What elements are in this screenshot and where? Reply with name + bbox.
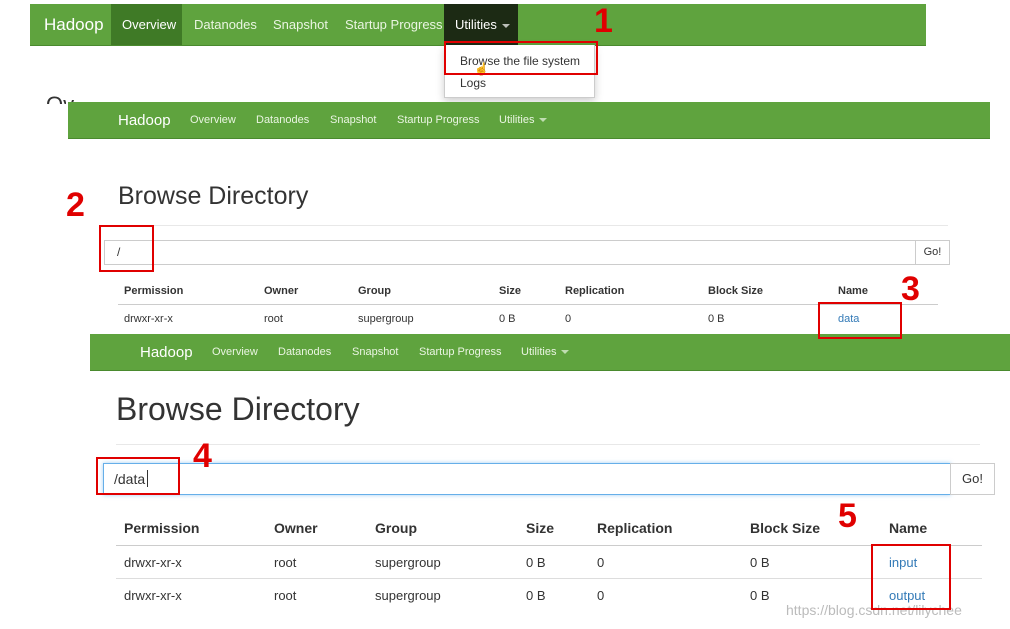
- title-divider: [116, 444, 980, 445]
- cell-replication: 0: [565, 313, 572, 325]
- nav-item-startup-progress[interactable]: Startup Progress: [397, 114, 480, 126]
- column-header-size: Size: [526, 520, 555, 536]
- cell-replication: 0: [597, 588, 605, 603]
- go-button-label: Go!: [923, 246, 942, 258]
- table-header-rule: [116, 545, 982, 546]
- page-title: Browse Directory: [116, 391, 360, 427]
- page-title: Browse Directory: [118, 182, 309, 210]
- nav-item-snapshot[interactable]: Snapshot: [330, 114, 376, 126]
- column-header-group: Group: [358, 285, 391, 297]
- column-header-permission: Permission: [124, 520, 200, 536]
- nav-item-snapshot[interactable]: Snapshot: [352, 346, 398, 358]
- cell-block-size: 0 B: [750, 588, 770, 603]
- column-header-name: Name: [838, 285, 868, 297]
- path-input[interactable]: [103, 463, 951, 495]
- cell-owner: root: [274, 555, 297, 570]
- cell-replication: 0: [597, 555, 605, 570]
- nav-item-overview[interactable]: Overview: [190, 114, 236, 126]
- table-header-rule: [118, 304, 938, 305]
- cell-permission: drwxr-xr-x: [124, 588, 182, 603]
- column-header-replication: Replication: [565, 285, 625, 297]
- cell-owner: root: [264, 313, 283, 325]
- go-button-label: Go!: [962, 471, 983, 486]
- caret-down-icon: [501, 23, 510, 28]
- column-header-group: Group: [375, 520, 417, 536]
- annotation-box-browse: [444, 41, 598, 75]
- nav-item-overview[interactable]: Overview: [212, 346, 258, 358]
- cell-group: supergroup: [358, 313, 414, 325]
- brand-logo[interactable]: Hadoop: [140, 344, 193, 361]
- column-header-permission: Permission: [124, 285, 184, 297]
- nav-item-utilities[interactable]: Utilities: [521, 346, 570, 358]
- cell-owner: root: [274, 588, 297, 603]
- navbar: Hadoop Overview Datanodes Snapshot Start…: [30, 4, 926, 46]
- title-divider: [118, 225, 948, 226]
- nav-item-utilities-label: Utilities: [521, 346, 557, 358]
- column-header-name: Name: [889, 520, 928, 536]
- nav-item-startup-progress[interactable]: Startup Progress: [419, 346, 502, 358]
- column-header-replication: Replication: [597, 520, 673, 536]
- column-header-block-size: Block Size: [750, 520, 821, 536]
- go-button[interactable]: Go!: [950, 463, 995, 495]
- nav-item-utilities[interactable]: Utilities: [499, 114, 548, 126]
- annotation-box-root-path: [99, 225, 154, 272]
- cell-size: 0 B: [526, 555, 546, 570]
- column-header-size: Size: [499, 285, 522, 297]
- go-button[interactable]: Go!: [915, 240, 950, 265]
- column-header-owner: Owner: [274, 520, 318, 536]
- caret-down-icon: [561, 350, 570, 355]
- nav-item-snapshot[interactable]: Snapshot: [273, 17, 328, 32]
- navbar: Hadoop Overview Datanodes Snapshot Start…: [90, 334, 1010, 371]
- nav-item-utilities-label: Utilities: [499, 114, 535, 126]
- caret-down-icon: [539, 118, 548, 123]
- dropdown-item-logs[interactable]: Logs: [460, 76, 486, 90]
- step-number-4: 4: [193, 437, 212, 475]
- nav-item-datanodes[interactable]: Datanodes: [194, 17, 257, 32]
- cell-size: 0 B: [526, 588, 546, 603]
- nav-item-datanodes[interactable]: Datanodes: [278, 346, 331, 358]
- cell-permission: drwxr-xr-x: [124, 555, 182, 570]
- step-number-1: 1: [594, 2, 613, 40]
- nav-item-utilities-label: Utilities: [455, 17, 497, 32]
- nav-item-startup-progress[interactable]: Startup Progress: [345, 17, 443, 32]
- cell-permission: drwxr-xr-x: [124, 313, 173, 325]
- cell-block-size: 0 B: [750, 555, 770, 570]
- step-number-5: 5: [838, 497, 857, 535]
- step-number-3: 3: [901, 270, 920, 308]
- column-header-owner: Owner: [264, 285, 299, 297]
- annotation-box-data-link: [818, 302, 902, 339]
- cell-size: 0 B: [499, 313, 516, 325]
- annotation-box-data-path: [96, 457, 180, 495]
- column-header-block-size: Block Size: [708, 285, 764, 297]
- cell-block-size: 0 B: [708, 313, 725, 325]
- nav-item-utilities[interactable]: Utilities: [455, 17, 510, 32]
- step-number-2: 2: [66, 186, 85, 224]
- annotation-box-name-links: [871, 544, 951, 610]
- cell-group: supergroup: [375, 555, 441, 570]
- panel-browse-root: Hadoop Overview Datanodes Snapshot Start…: [66, 102, 990, 334]
- nav-item-overview[interactable]: Overview: [122, 17, 176, 32]
- brand-logo[interactable]: Hadoop: [118, 112, 171, 129]
- cell-group: supergroup: [375, 588, 441, 603]
- brand-logo[interactable]: Hadoop: [44, 15, 104, 35]
- nav-item-datanodes[interactable]: Datanodes: [256, 114, 309, 126]
- navbar: Hadoop Overview Datanodes Snapshot Start…: [68, 102, 990, 139]
- table-row-rule: [116, 578, 982, 579]
- path-input[interactable]: [104, 240, 916, 265]
